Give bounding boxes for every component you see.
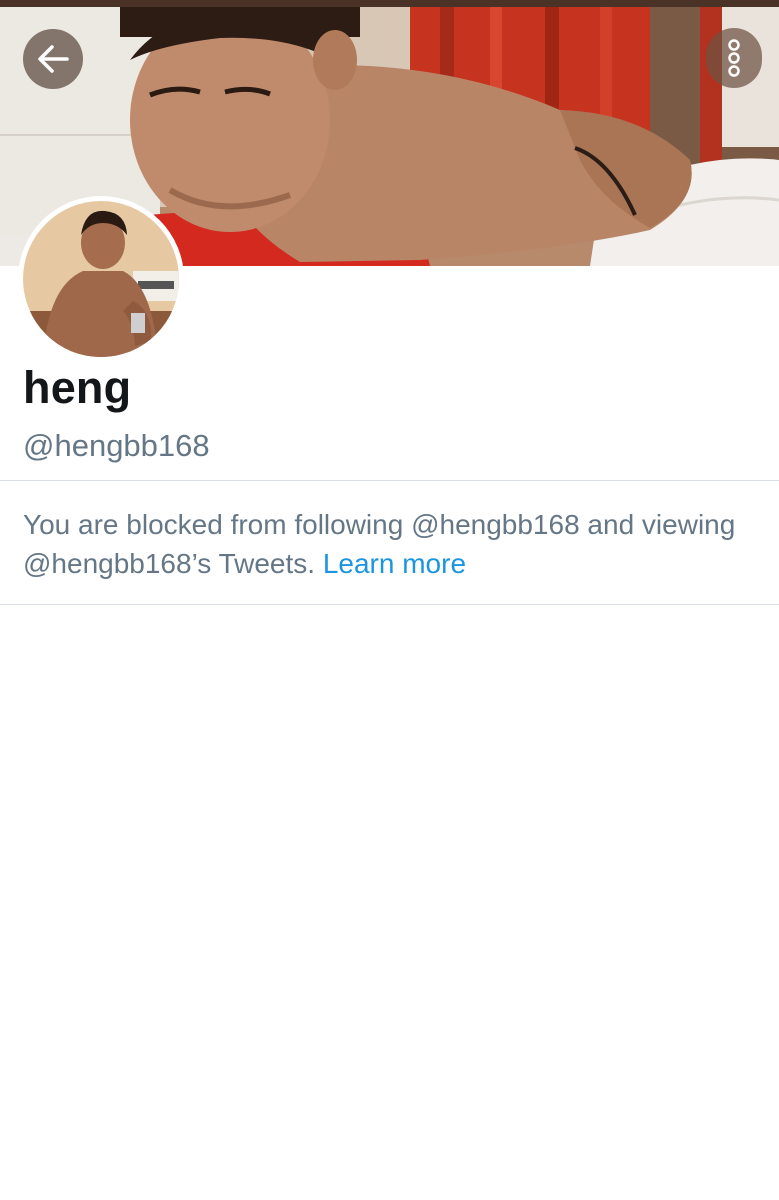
profile-avatar[interactable] — [18, 196, 184, 362]
profile-handle: @hengbb168 — [23, 428, 210, 463]
more-vertical-icon — [728, 39, 740, 77]
more-options-button[interactable] — [706, 28, 762, 88]
avatar-image — [23, 201, 179, 357]
divider-bottom — [0, 604, 779, 605]
divider-top — [0, 480, 779, 481]
profile-display-name: heng — [23, 362, 132, 413]
arrow-left-icon — [38, 45, 69, 73]
back-button[interactable] — [23, 29, 83, 89]
blocked-notice: You are blocked from following @hengbb16… — [23, 505, 743, 583]
learn-more-link[interactable]: Learn more — [323, 548, 466, 579]
profile-page: heng @hengbb168 You are blocked from fol… — [0, 0, 779, 1200]
